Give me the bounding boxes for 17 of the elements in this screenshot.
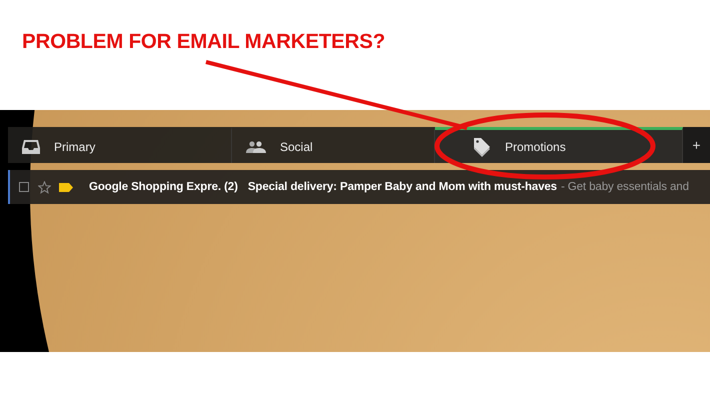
email-snippet: - Get baby essentials and (560, 181, 689, 193)
email-sender: Google Shopping Expre. (2) (89, 181, 238, 193)
inbox-icon (22, 138, 40, 154)
inbox-tab[interactable]: Primary (8, 127, 232, 163)
tab-label: Primary (54, 140, 96, 154)
tab-label: Social (280, 140, 313, 154)
add-tab-button[interactable]: + (683, 127, 710, 163)
inbox-tab[interactable]: Promotions (435, 127, 683, 163)
headline: PROBLEM FOR EMAIL MARKETERS? (22, 30, 386, 54)
label-tag-icon (59, 182, 73, 192)
people-icon (246, 140, 266, 152)
checkbox[interactable] (19, 182, 29, 192)
email-row[interactable]: Google Shopping Expre. (2) Special delivery: Pamper Baby and Mom with must-haves - Get baby essentials and (8, 170, 710, 204)
star-icon[interactable] (38, 180, 51, 194)
tag-icon (473, 136, 491, 156)
email-subject: Special delivery: Pamper Baby and Mom with must-haves (248, 181, 557, 193)
tab-label: Promotions (505, 140, 566, 154)
